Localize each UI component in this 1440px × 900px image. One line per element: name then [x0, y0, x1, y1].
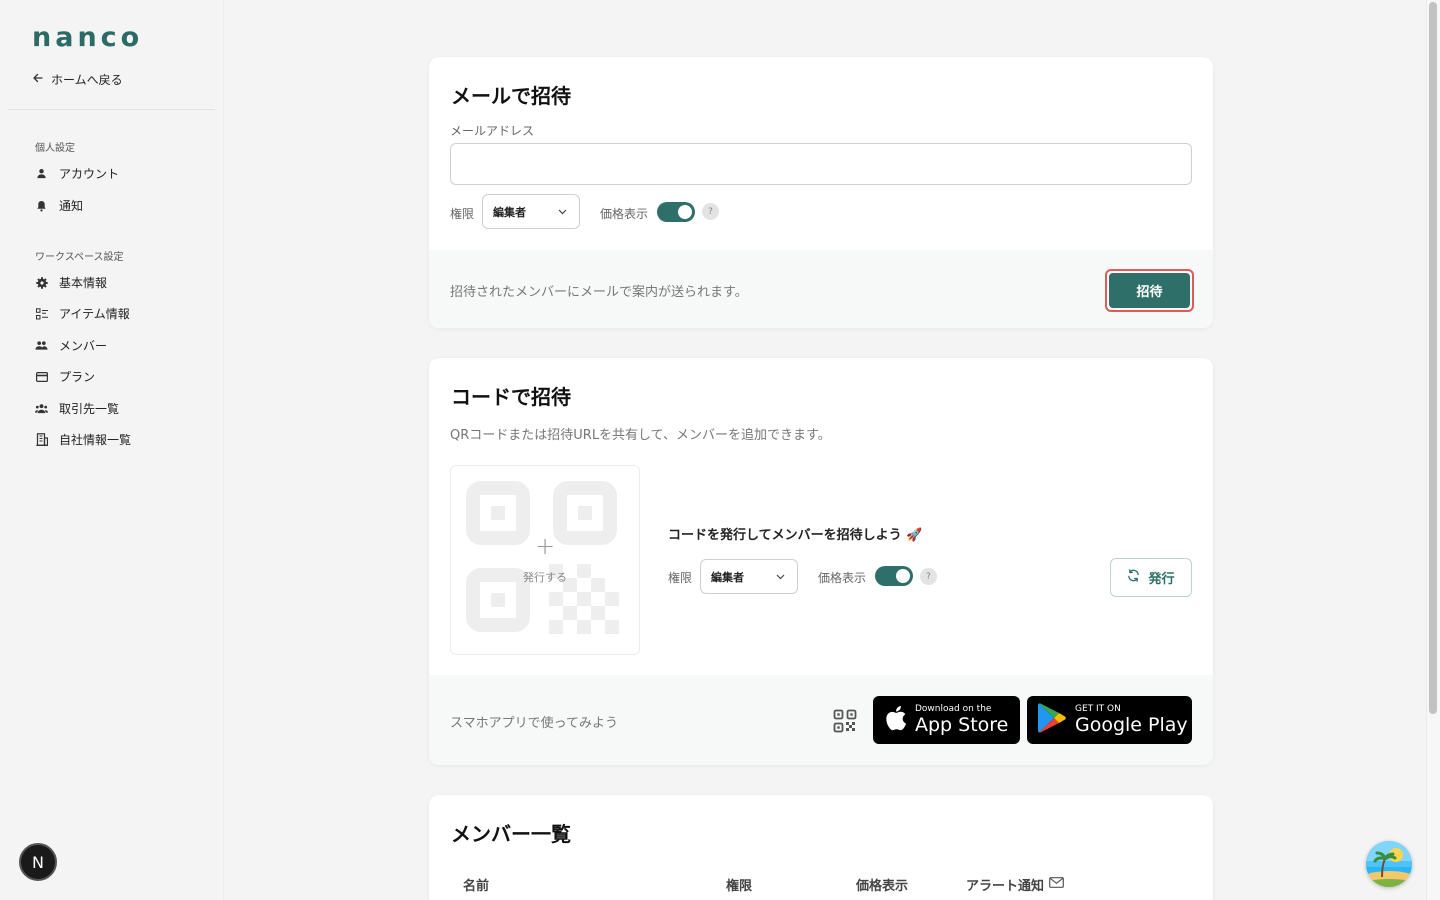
- qr-pattern-icon: [466, 481, 619, 634]
- chevron-down-icon: [776, 570, 785, 583]
- group-icon: [35, 402, 48, 415]
- sidebar-item-label: 取引先一覧: [59, 402, 120, 416]
- sidebar-item-members[interactable]: メンバー: [35, 337, 107, 354]
- scrollbar-thumb[interactable]: [1429, 2, 1437, 714]
- sidebar-item-plan[interactable]: プラン: [35, 368, 95, 385]
- google-play-badge[interactable]: GET IT ON Google Play: [1027, 696, 1192, 744]
- column-header-price[interactable]: 価格表示: [856, 875, 908, 894]
- sidebar-item-partners[interactable]: 取引先一覧: [35, 400, 119, 417]
- column-header-alert[interactable]: アラート通知: [966, 875, 1064, 894]
- gear-icon: [35, 276, 48, 289]
- invite-button[interactable]: 招待: [1105, 269, 1194, 312]
- role-label: 権限: [450, 207, 475, 221]
- column-header-name[interactable]: 名前: [463, 875, 489, 894]
- help-icon[interactable]: ?: [702, 203, 719, 220]
- email-invite-card: メールで招待 メールアドレス 権限 編集者 価格表示 ? 招待されたメンバーにメ…: [429, 57, 1213, 328]
- sidebar-divider: [8, 109, 215, 110]
- chevron-down-icon: [558, 205, 567, 218]
- help-icon[interactable]: ?: [920, 568, 937, 585]
- email-input[interactable]: [450, 143, 1192, 185]
- role-select-value: 編集者: [711, 570, 744, 584]
- sidebar-item-label: プラン: [59, 370, 96, 384]
- qr-issue-label: 発行する: [523, 571, 567, 584]
- qr-small-icon[interactable]: [833, 709, 857, 737]
- workspace-avatar[interactable]: N: [19, 843, 57, 881]
- price-display-label: 価格表示: [600, 207, 649, 221]
- building-icon: [35, 433, 48, 446]
- sidebar-item-account[interactable]: アカウント: [35, 165, 119, 182]
- code-price-display-toggle[interactable]: [875, 566, 913, 586]
- appstore-small-text: Download on the: [915, 704, 992, 714]
- email-label: メールアドレス: [450, 124, 535, 138]
- code-invite-headline: コードを発行してメンバーを招待しよう 🚀: [668, 528, 923, 543]
- card-icon: [35, 370, 48, 383]
- role-select-value: 編集者: [493, 205, 526, 219]
- apple-icon: [885, 705, 907, 735]
- sidebar-item-basic-info[interactable]: 基本情報: [35, 274, 107, 291]
- price-display-label: 価格表示: [818, 571, 867, 585]
- mail-icon: [1049, 877, 1064, 892]
- sidebar-item-company-info[interactable]: 自社情報一覧: [35, 431, 131, 448]
- app-store-badge[interactable]: Download on the App Store: [873, 696, 1020, 744]
- googleplay-small-text: GET IT ON: [1075, 704, 1121, 714]
- appstore-big-text: App Store: [915, 714, 1009, 736]
- person-icon: [35, 167, 48, 180]
- price-display-toggle[interactable]: [657, 202, 695, 222]
- members-title: メンバー一覧: [451, 822, 571, 846]
- personal-settings-heading: 個人設定: [35, 143, 75, 154]
- app-note: スマホアプリで使ってみよう: [450, 716, 618, 731]
- invite-button-label: 招待: [1109, 273, 1190, 308]
- sidebar-item-label: 基本情報: [59, 276, 108, 290]
- email-invite-note: 招待されたメンバーにメールで案内が送られます。: [450, 285, 748, 300]
- bell-icon: [35, 199, 48, 212]
- workspace-settings-heading: ワークスペース設定: [35, 252, 124, 263]
- googleplay-big-text: Google Play: [1075, 714, 1188, 736]
- members-icon: [35, 339, 48, 352]
- back-home-label: ホームへ戻る: [51, 73, 123, 87]
- role-select[interactable]: 編集者: [482, 194, 580, 229]
- arrow-left-icon: [32, 72, 44, 87]
- sidebar-item-label: アイテム情報: [59, 307, 130, 321]
- column-header-role[interactable]: 権限: [726, 875, 752, 894]
- code-invite-card: コードで招待 QRコードまたは招待URLを共有して、メンバーを追加できます。 +…: [429, 358, 1213, 765]
- sidebar-item-label: メンバー: [59, 339, 108, 353]
- sidebar-item-label: 自社情報一覧: [59, 433, 132, 447]
- email-invite-title: メールで招待: [451, 84, 571, 108]
- issue-code-button[interactable]: 発行: [1110, 558, 1192, 597]
- plus-icon: +: [534, 532, 556, 560]
- members-card: メンバー一覧 名前 権限 価格表示 アラート通知: [429, 795, 1213, 900]
- qr-code-placeholder[interactable]: + 発行する: [450, 465, 640, 655]
- code-invite-title: コードで招待: [451, 385, 571, 409]
- sidebar-item-label: 通知: [59, 199, 84, 213]
- issue-button-label: 発行: [1148, 572, 1175, 587]
- column-header-alert-label: アラート通知: [966, 879, 1045, 894]
- back-home-link[interactable]: ホームへ戻る: [32, 71, 123, 88]
- sidebar-item-notifications[interactable]: 通知: [35, 197, 83, 214]
- assistant-avatar[interactable]: [1366, 841, 1412, 887]
- sidebar: nanco ホームへ戻る 個人設定 アカウント 通知 ワークスペース設定 基本情…: [0, 0, 224, 900]
- role-label: 権限: [668, 571, 693, 585]
- code-invite-description: QRコードまたは招待URLを共有して、メンバーを追加できます。: [450, 428, 831, 443]
- refresh-icon: [1127, 569, 1140, 586]
- sidebar-item-label: アカウント: [59, 167, 120, 181]
- sidebar-item-item-info[interactable]: アイテム情報: [35, 305, 130, 322]
- nanco-logo[interactable]: nanco: [32, 22, 143, 53]
- code-role-select[interactable]: 編集者: [700, 559, 798, 594]
- list-icon: [35, 307, 48, 320]
- google-play-icon: [1037, 702, 1067, 738]
